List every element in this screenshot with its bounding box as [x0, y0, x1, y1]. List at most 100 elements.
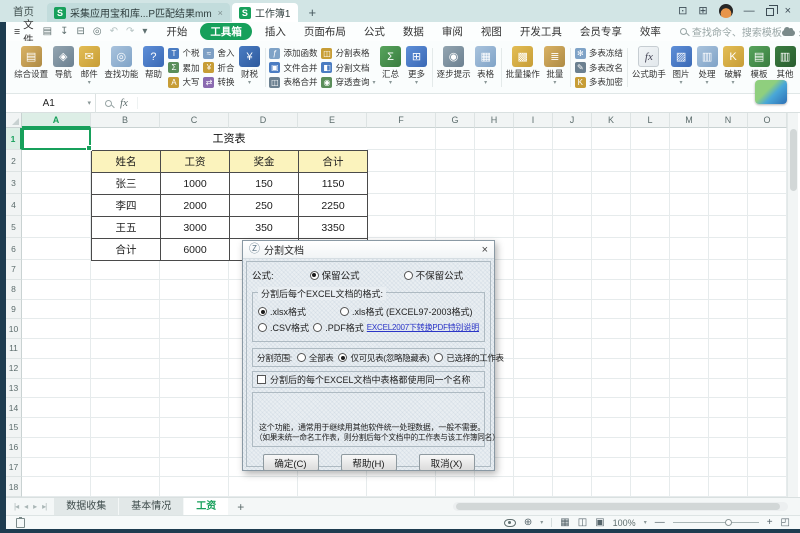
formula-helper-button[interactable]: fx公式助手 — [630, 43, 668, 92]
help-button[interactable]: 帮助(H) — [341, 454, 397, 471]
print-icon[interactable]: ⊟ — [76, 26, 84, 37]
page-layout-view-icon[interactable]: ◫ — [578, 518, 587, 528]
step-hint-button[interactable]: ◉逐步提示 — [434, 43, 472, 92]
xls-format-radio[interactable]: .xls格式 (EXCEL97-2003格式) — [340, 305, 473, 318]
discard-formula-radio[interactable]: 不保留公式 — [404, 268, 464, 282]
close-window-button[interactable]: × — [785, 6, 791, 17]
column-header-K[interactable]: K — [592, 113, 631, 128]
menu-tab-view[interactable]: 视图 — [472, 24, 511, 39]
row-header-14[interactable]: 14 — [6, 398, 22, 418]
freeze-sheets-button[interactable]: ✻多表冻结 — [575, 46, 623, 60]
uppercase-amount-button[interactable]: A大写 — [168, 75, 199, 89]
menu-tab-efficiency[interactable]: 效率 — [631, 24, 670, 39]
row-header-12[interactable]: 12 — [6, 359, 22, 379]
table-tools-button[interactable]: ▦表格▾ — [473, 43, 499, 92]
horizontal-scroll-thumb[interactable] — [456, 503, 780, 510]
command-search[interactable]: 查找命令、搜索模板 — [680, 24, 782, 39]
menu-tab-dev-tools[interactable]: 开发工具 — [511, 24, 571, 39]
row-header-13[interactable]: 13 — [6, 379, 22, 399]
zoom-out-button[interactable]: — — [655, 518, 665, 528]
batch-operation-button[interactable]: ▩批量操作 — [504, 43, 542, 92]
finance-tax-button[interactable]: ¥财税▾ — [237, 43, 263, 92]
formula-input[interactable] — [138, 94, 800, 112]
zoom-slider[interactable] — [673, 517, 759, 528]
name-box-caret-icon[interactable]: ▾ — [87, 99, 91, 107]
batch-button[interactable]: ≣批量▾ — [542, 43, 568, 92]
row-header-10[interactable]: 10 — [6, 319, 22, 339]
cloud-status-button[interactable]: 未上云 — [782, 24, 800, 39]
accumulate-button[interactable]: Σ累加 — [168, 61, 199, 75]
merge-files-button[interactable]: ▣文件合并 — [269, 61, 317, 75]
add-function-button[interactable]: ƒ添加函数 — [269, 46, 317, 60]
column-header-H[interactable]: H — [475, 113, 514, 128]
dialog-close-button[interactable]: × — [482, 244, 488, 256]
summarize-button[interactable]: Σ汇总▾ — [378, 43, 404, 92]
undo-icon[interactable]: ↶ — [110, 26, 118, 37]
zoom-slider-knob[interactable] — [725, 519, 732, 526]
smart-toolbox-icon[interactable]: ⊕ — [524, 518, 532, 528]
ok-button[interactable]: 确定(C) — [263, 454, 319, 471]
horizontal-scrollbar[interactable] — [453, 502, 788, 511]
row-header-9[interactable]: 9 — [6, 300, 22, 320]
process-tools-button[interactable]: ▥处理▾ — [694, 43, 720, 92]
more-tools-button[interactable]: ⊞更多▾ — [404, 43, 430, 92]
new-tab-button[interactable]: + — [300, 5, 326, 22]
personal-tax-button[interactable]: T个税 — [168, 46, 199, 60]
row-header-8[interactable]: 8 — [6, 280, 22, 300]
row-header-15[interactable]: 15 — [6, 418, 22, 438]
save-icon[interactable]: ▤ — [43, 26, 52, 37]
image-tools-button[interactable]: ▨图片▾ — [668, 43, 694, 92]
menu-tab-vip[interactable]: 会员专享 — [571, 24, 631, 39]
menu-tab-data[interactable]: 数据 — [394, 24, 433, 39]
sheet-nav-last-icon[interactable]: ▸| — [39, 502, 49, 511]
fullscreen-icon[interactable]: ◰ — [781, 518, 790, 528]
same-name-option[interactable]: 分割后的每个EXCEL文档中表格都使用同一个名称 — [252, 371, 485, 388]
assistant-widget-icon[interactable] — [755, 80, 787, 104]
row-header-18[interactable]: 18 — [6, 477, 22, 497]
column-header-I[interactable]: I — [514, 113, 553, 128]
print-preview-icon[interactable]: ◎ — [93, 26, 102, 37]
column-header-J[interactable]: J — [553, 113, 592, 128]
dialog-title-bar[interactable]: Ⓩ 分割文档 × — [243, 241, 494, 259]
range-visible-radio[interactable]: 仅可见表(忽略隐藏表) — [338, 352, 429, 364]
same-name-checkbox[interactable] — [257, 375, 266, 384]
rename-sheets-button[interactable]: ✎多表改名 — [575, 61, 623, 75]
eye-icon[interactable] — [504, 519, 516, 527]
column-header-N[interactable]: N — [709, 113, 748, 128]
drill-through-query-button[interactable]: ◉穿透查询▾ — [321, 75, 375, 89]
keep-formula-radio[interactable]: 保留公式 — [310, 268, 360, 282]
find-feature-button[interactable]: ◎查找功能 — [102, 43, 140, 92]
zoom-level[interactable]: 100% — [613, 518, 636, 528]
round-off-button[interactable]: ≈舍入 — [203, 46, 234, 60]
cancel-button[interactable]: 取消(X) — [419, 454, 475, 471]
column-header-B[interactable]: B — [91, 113, 160, 128]
row-header-16[interactable]: 16 — [6, 438, 22, 458]
pdf-format-radio[interactable]: .PDF格式 — [313, 321, 364, 334]
minimize-button[interactable]: — — [744, 6, 755, 17]
crack-tools-button[interactable]: K破解▾ — [720, 43, 746, 92]
row-header-11[interactable]: 11 — [6, 339, 22, 359]
column-header-D[interactable]: D — [229, 113, 298, 128]
overall-settings-button[interactable]: ▤综合设置 — [12, 43, 50, 92]
column-header-F[interactable]: F — [367, 113, 436, 128]
navigation-button[interactable]: ◈导航 — [50, 43, 76, 92]
restore-button[interactable] — [766, 8, 774, 16]
column-header-C[interactable]: C — [160, 113, 229, 128]
menu-tab-formula[interactable]: 公式 — [355, 24, 394, 39]
selection-mode-icon[interactable] — [16, 518, 25, 528]
document-tab-active[interactable]: S 工作簿1 — [232, 3, 298, 22]
row-header-6[interactable]: 6 — [6, 238, 22, 260]
redo-icon[interactable]: ↷ — [126, 26, 134, 37]
xlsx-format-radio[interactable]: .xlsx格式 — [258, 305, 340, 318]
row-header-7[interactable]: 7 — [6, 260, 22, 280]
qat-more-caret-icon[interactable]: ▾ — [142, 26, 147, 37]
export-icon[interactable]: ↧ — [60, 26, 68, 37]
column-header-O[interactable]: O — [748, 113, 787, 128]
user-avatar[interactable] — [719, 4, 733, 18]
insert-function-icon[interactable]: fx — [120, 97, 128, 109]
add-sheet-button[interactable]: + — [229, 500, 252, 514]
split-table-button[interactable]: ◫分割表格 — [321, 46, 375, 60]
merge-tables-button[interactable]: ◫表格合并 — [269, 75, 317, 89]
sheet-nav-prev-icon[interactable]: ◂ — [21, 502, 30, 511]
row-header-17[interactable]: 17 — [6, 458, 22, 478]
